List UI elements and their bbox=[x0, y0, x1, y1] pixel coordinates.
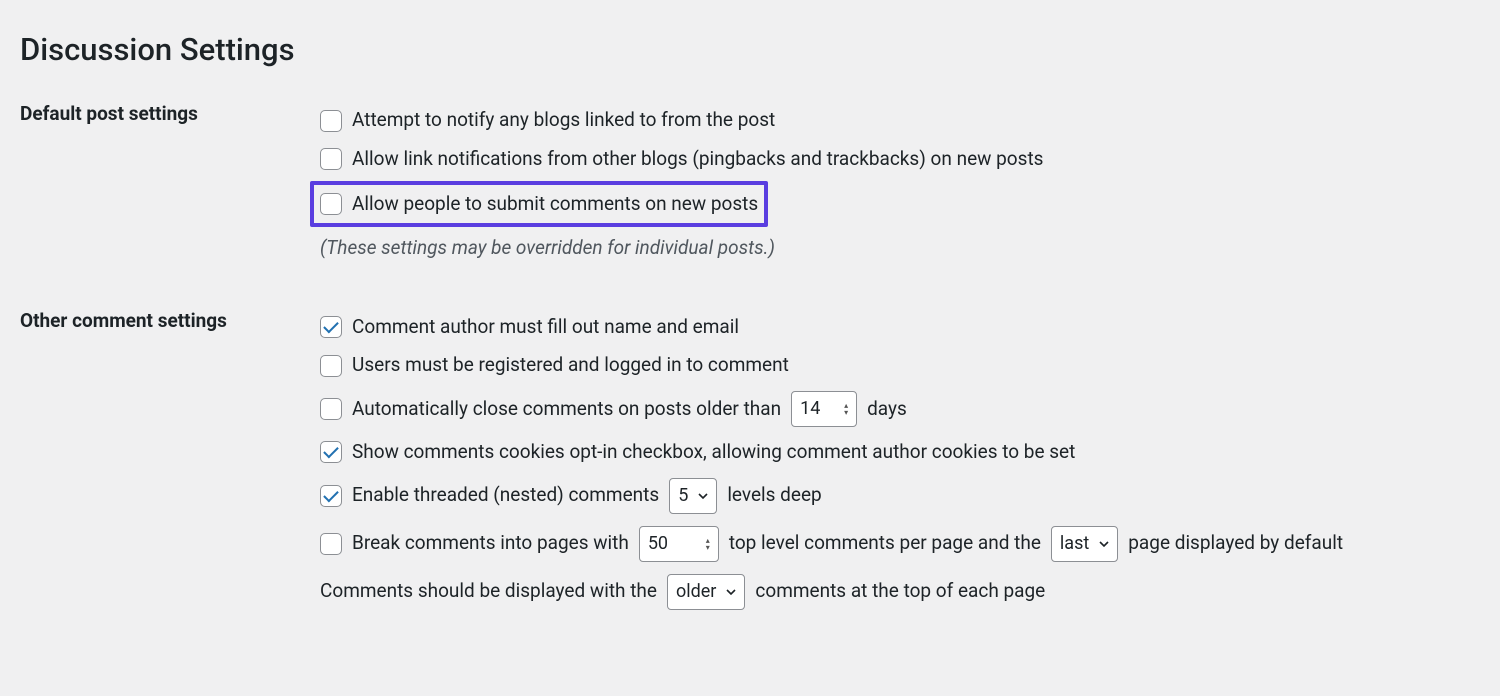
checkbox-notify-linked-blogs[interactable] bbox=[320, 110, 342, 132]
checkbox-allow-comments[interactable] bbox=[320, 193, 342, 215]
page-title: Discussion Settings bbox=[20, 28, 1480, 71]
label-auto-close-pre: Automatically close comments on posts ol… bbox=[352, 396, 781, 423]
checkbox-allow-pingbacks[interactable] bbox=[320, 148, 342, 170]
label-require-name-email: Comment author must fill out name and em… bbox=[352, 314, 739, 341]
checkbox-auto-close-comments[interactable] bbox=[320, 398, 342, 420]
chevron-down-icon bbox=[696, 489, 710, 503]
checkbox-threaded-comments[interactable] bbox=[320, 485, 342, 507]
label-auto-close-post: days bbox=[867, 396, 907, 423]
input-comments-per-page[interactable]: 50 ▴▾ bbox=[639, 526, 719, 562]
select-comment-order-value: older bbox=[676, 579, 716, 604]
select-thread-depth[interactable]: 5 bbox=[669, 478, 717, 514]
stepper-icon: ▴▾ bbox=[844, 402, 848, 416]
select-default-page-value: last bbox=[1060, 531, 1089, 556]
stepper-icon: ▴▾ bbox=[706, 537, 710, 551]
label-paginate-pre: Break comments into pages with bbox=[352, 530, 629, 557]
label-comment-order-post: comments at the top of each page bbox=[755, 578, 1045, 605]
section-default-post-heading: Default post settings bbox=[20, 101, 320, 307]
select-comment-order[interactable]: older bbox=[667, 574, 745, 610]
checkbox-paginate-comments[interactable] bbox=[320, 533, 342, 555]
label-cookies-optin: Show comments cookies opt-in checkbox, a… bbox=[352, 439, 1075, 466]
highlighted-allow-comments-row: Allow people to submit comments on new p… bbox=[310, 181, 768, 228]
chevron-down-icon bbox=[1097, 537, 1111, 551]
input-comments-per-page-value: 50 bbox=[648, 531, 668, 556]
label-paginate-mid: top level comments per page and the bbox=[729, 530, 1041, 557]
label-allow-comments: Allow people to submit comments on new p… bbox=[352, 191, 758, 218]
label-threaded-post: levels deep bbox=[727, 482, 821, 509]
label-allow-pingbacks: Allow link notifications from other blog… bbox=[352, 146, 1043, 173]
default-post-note: (These settings may be overridden for in… bbox=[320, 229, 1480, 268]
label-require-registration: Users must be registered and logged in t… bbox=[352, 352, 789, 379]
label-comment-order-pre: Comments should be displayed with the bbox=[320, 578, 657, 605]
checkbox-require-registration[interactable] bbox=[320, 355, 342, 377]
select-thread-depth-value: 5 bbox=[678, 483, 688, 508]
section-other-comment-heading: Other comment settings bbox=[20, 308, 320, 656]
input-close-after-days-value: 14 bbox=[800, 396, 820, 421]
checkbox-require-name-email[interactable] bbox=[320, 316, 342, 338]
input-close-after-days[interactable]: 14 ▴▾ bbox=[791, 391, 857, 427]
chevron-down-icon bbox=[724, 585, 738, 599]
label-notify-linked-blogs: Attempt to notify any blogs linked to fr… bbox=[352, 107, 775, 134]
checkbox-cookies-optin[interactable] bbox=[320, 441, 342, 463]
label-paginate-post: page displayed by default bbox=[1128, 530, 1343, 557]
label-threaded-pre: Enable threaded (nested) comments bbox=[352, 482, 659, 509]
select-default-page[interactable]: last bbox=[1051, 526, 1118, 562]
